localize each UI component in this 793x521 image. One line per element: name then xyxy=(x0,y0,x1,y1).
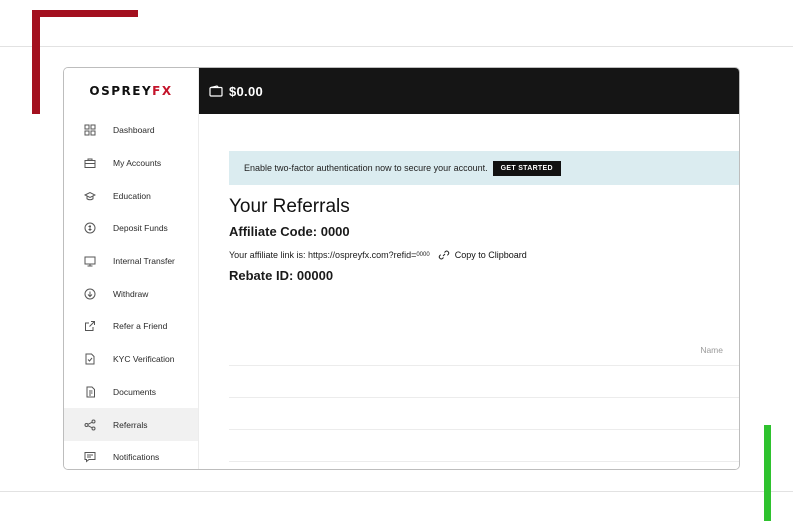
transfer-icon xyxy=(84,255,96,267)
sidebar-item-label: Refer a Friend xyxy=(113,321,168,332)
sidebar-item-label: Withdraw xyxy=(113,288,149,299)
network-icon xyxy=(84,419,96,431)
table-header-name[interactable]: Name xyxy=(700,345,723,355)
copy-label: Copy to Clipboard xyxy=(454,250,527,260)
sidebar-item-label: Internal Transfer xyxy=(113,256,175,267)
sidebar-item-internal-transfer[interactable]: Internal Transfer xyxy=(64,245,198,278)
sidebar-item-label: Deposit Funds xyxy=(113,223,168,234)
rebate-id: Rebate ID: 00000 xyxy=(229,268,334,283)
sidebar-item-dashboard[interactable]: Dashboard xyxy=(64,114,198,147)
logo-accent: FX xyxy=(152,84,173,98)
sidebar-item-education[interactable]: Education xyxy=(64,179,198,212)
sidebar-item-refer-a-friend[interactable]: Refer a Friend xyxy=(64,310,198,343)
green-accent-bar xyxy=(764,425,771,521)
top-bar: $0.00 xyxy=(199,68,739,114)
affiliate-link-code: 0000 xyxy=(416,252,430,258)
sidebar-item-deposit-funds[interactable]: Deposit Funds xyxy=(64,212,198,245)
document-check-icon xyxy=(84,353,96,365)
account-balance: $0.00 xyxy=(229,83,264,99)
app-window: OSPREY FX Dashboard My Accounts Education xyxy=(63,67,740,470)
grid-icon xyxy=(84,124,96,136)
sidebar-item-notifications[interactable]: Notifications xyxy=(64,441,198,469)
red-corner-bracket xyxy=(32,10,40,114)
sidebar: OSPREY FX Dashboard My Accounts Education xyxy=(64,68,199,469)
table-row xyxy=(229,365,739,397)
page-divider-bottom xyxy=(0,491,793,492)
sidebar-item-kyc-verification[interactable]: KYC Verification xyxy=(64,343,198,376)
banner-text: Enable two-factor authentication now to … xyxy=(244,163,488,173)
sidebar-item-documents[interactable]: Documents xyxy=(64,376,198,409)
sidebar-item-my-accounts[interactable]: My Accounts xyxy=(64,147,198,180)
wallet-icon xyxy=(209,85,223,97)
withdraw-icon xyxy=(84,288,96,300)
copy-to-clipboard-button[interactable]: Copy to Clipboard xyxy=(438,249,527,261)
share-icon xyxy=(84,320,96,332)
red-corner-bracket-top xyxy=(32,10,138,17)
get-started-button[interactable]: GET STARTED xyxy=(492,160,561,176)
page-divider-top xyxy=(0,46,793,47)
sidebar-item-label: KYC Verification xyxy=(113,354,175,365)
sidebar-item-label: Documents xyxy=(113,386,156,397)
table-row xyxy=(229,429,739,461)
sidebar-item-label: My Accounts xyxy=(113,158,162,169)
affiliate-link-row: Your affiliate link is: https://ospreyfx… xyxy=(229,249,527,261)
sidebar-item-label: Notifications xyxy=(113,452,160,463)
graduation-cap-icon xyxy=(84,190,96,202)
table-row xyxy=(229,397,739,429)
table-row xyxy=(229,461,739,469)
sidebar-item-withdraw[interactable]: Withdraw xyxy=(64,277,198,310)
documents-icon xyxy=(84,386,96,398)
briefcase-icon xyxy=(84,157,96,169)
sidebar-nav: Dashboard My Accounts Education Deposit … xyxy=(64,114,198,469)
affiliate-link-text: Your affiliate link is: https://ospreyfx… xyxy=(229,250,417,260)
main-content: Enable two-factor authentication now to … xyxy=(199,114,739,469)
logo-text: OSPREY xyxy=(89,84,153,98)
sidebar-item-referrals[interactable]: Referrals xyxy=(64,408,198,441)
page-title: Your Referrals xyxy=(229,196,350,217)
message-icon xyxy=(84,451,96,463)
brand-logo[interactable]: OSPREY FX xyxy=(64,68,198,114)
coin-icon xyxy=(84,222,96,234)
link-icon xyxy=(438,250,449,260)
sidebar-item-label: Education xyxy=(113,190,151,201)
sidebar-item-label: Dashboard xyxy=(113,125,155,136)
two-factor-banner: Enable two-factor authentication now to … xyxy=(229,151,739,185)
affiliate-code: Affiliate Code: 0000 xyxy=(229,224,350,239)
referrals-table xyxy=(229,365,739,469)
sidebar-item-label: Referrals xyxy=(113,419,148,430)
